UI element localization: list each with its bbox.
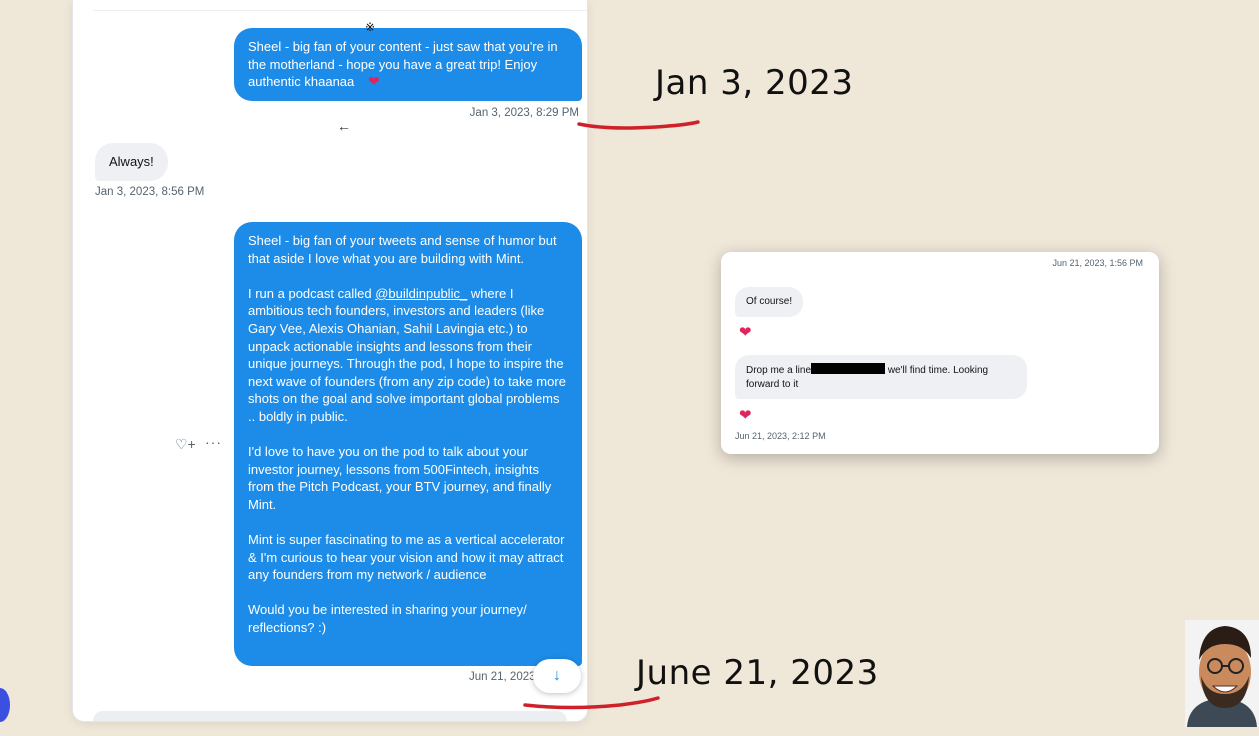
date-annotation-2: June 21, 2023 — [636, 653, 879, 693]
heart-icon: ❤ — [739, 324, 752, 341]
message-paragraph: I run a podcast called @buildinpublic_ w… — [248, 285, 568, 426]
incoming-message[interactable]: Of course! — [735, 287, 804, 317]
divider — [93, 10, 587, 11]
reply-screenshot-card: Jun 21, 2023, 1:56 PM Of course! ❤ Drop … — [721, 252, 1159, 454]
paragraph-text: where I ambitious tech founders, investo… — [248, 285, 566, 424]
message-paragraph: I'd love to have you on the pod to talk … — [248, 444, 552, 512]
presenter-avatar — [1185, 620, 1259, 727]
dm-conversation-panel: Sheel - big fan of your content - just s… — [72, 0, 588, 722]
message-timestamp: Jan 3, 2023, 8:56 PM — [95, 186, 205, 198]
message-text: Of course! — [746, 296, 793, 307]
composer[interactable] — [93, 711, 567, 721]
scroll-to-bottom-button[interactable]: ↓ — [533, 659, 581, 693]
message-timestamp: Jun 21, 2023, 2:12 PM — [735, 431, 826, 441]
message-timestamp: Jun 21, 2023 — [469, 671, 536, 683]
heart-icon: ❤ — [368, 73, 380, 89]
message-text-start: Drop me a line — [746, 365, 812, 376]
message-paragraph: Mint is super fascinating to me as a ver… — [248, 532, 565, 583]
more-icon[interactable]: ··· — [205, 434, 222, 450]
message-paragraph: Sheel - big fan of your tweets and sense… — [248, 233, 557, 266]
mention-link[interactable]: @buildinpublic_ — [375, 286, 467, 301]
arrow-down-icon: ↓ — [553, 667, 561, 684]
add-reaction-icon[interactable]: ♡+ — [175, 436, 196, 453]
underline-2 — [523, 696, 660, 710]
paragraph-text: I run a podcast called — [248, 285, 372, 301]
message-timestamp: Jan 3, 2023, 8:29 PM — [469, 107, 579, 119]
date-annotation-1: Jan 3, 2023 — [655, 63, 854, 103]
outgoing-message-2[interactable]: Sheel - big fan of your tweets and sense… — [234, 222, 582, 666]
bluetooth-icon: ※ — [365, 20, 376, 34]
back-arrow-icon[interactable]: ← — [337, 118, 351, 134]
blue-dot — [0, 688, 10, 722]
incoming-message[interactable]: Always! — [95, 143, 168, 181]
redacted-text — [811, 363, 886, 374]
message-text: Always! — [109, 154, 154, 169]
underline-1 — [577, 120, 700, 130]
incoming-message[interactable]: Drop me a line we'll find time. Looking … — [735, 355, 1027, 399]
message-text: Sheel - big fan of your content - just s… — [248, 39, 558, 90]
outgoing-message-1[interactable]: Sheel - big fan of your content - just s… — [234, 28, 582, 101]
message-paragraph: Would you be interested in sharing your … — [248, 602, 527, 636]
message-timestamp: Jun 21, 2023, 1:56 PM — [1052, 258, 1143, 268]
heart-icon: ❤ — [739, 407, 752, 424]
